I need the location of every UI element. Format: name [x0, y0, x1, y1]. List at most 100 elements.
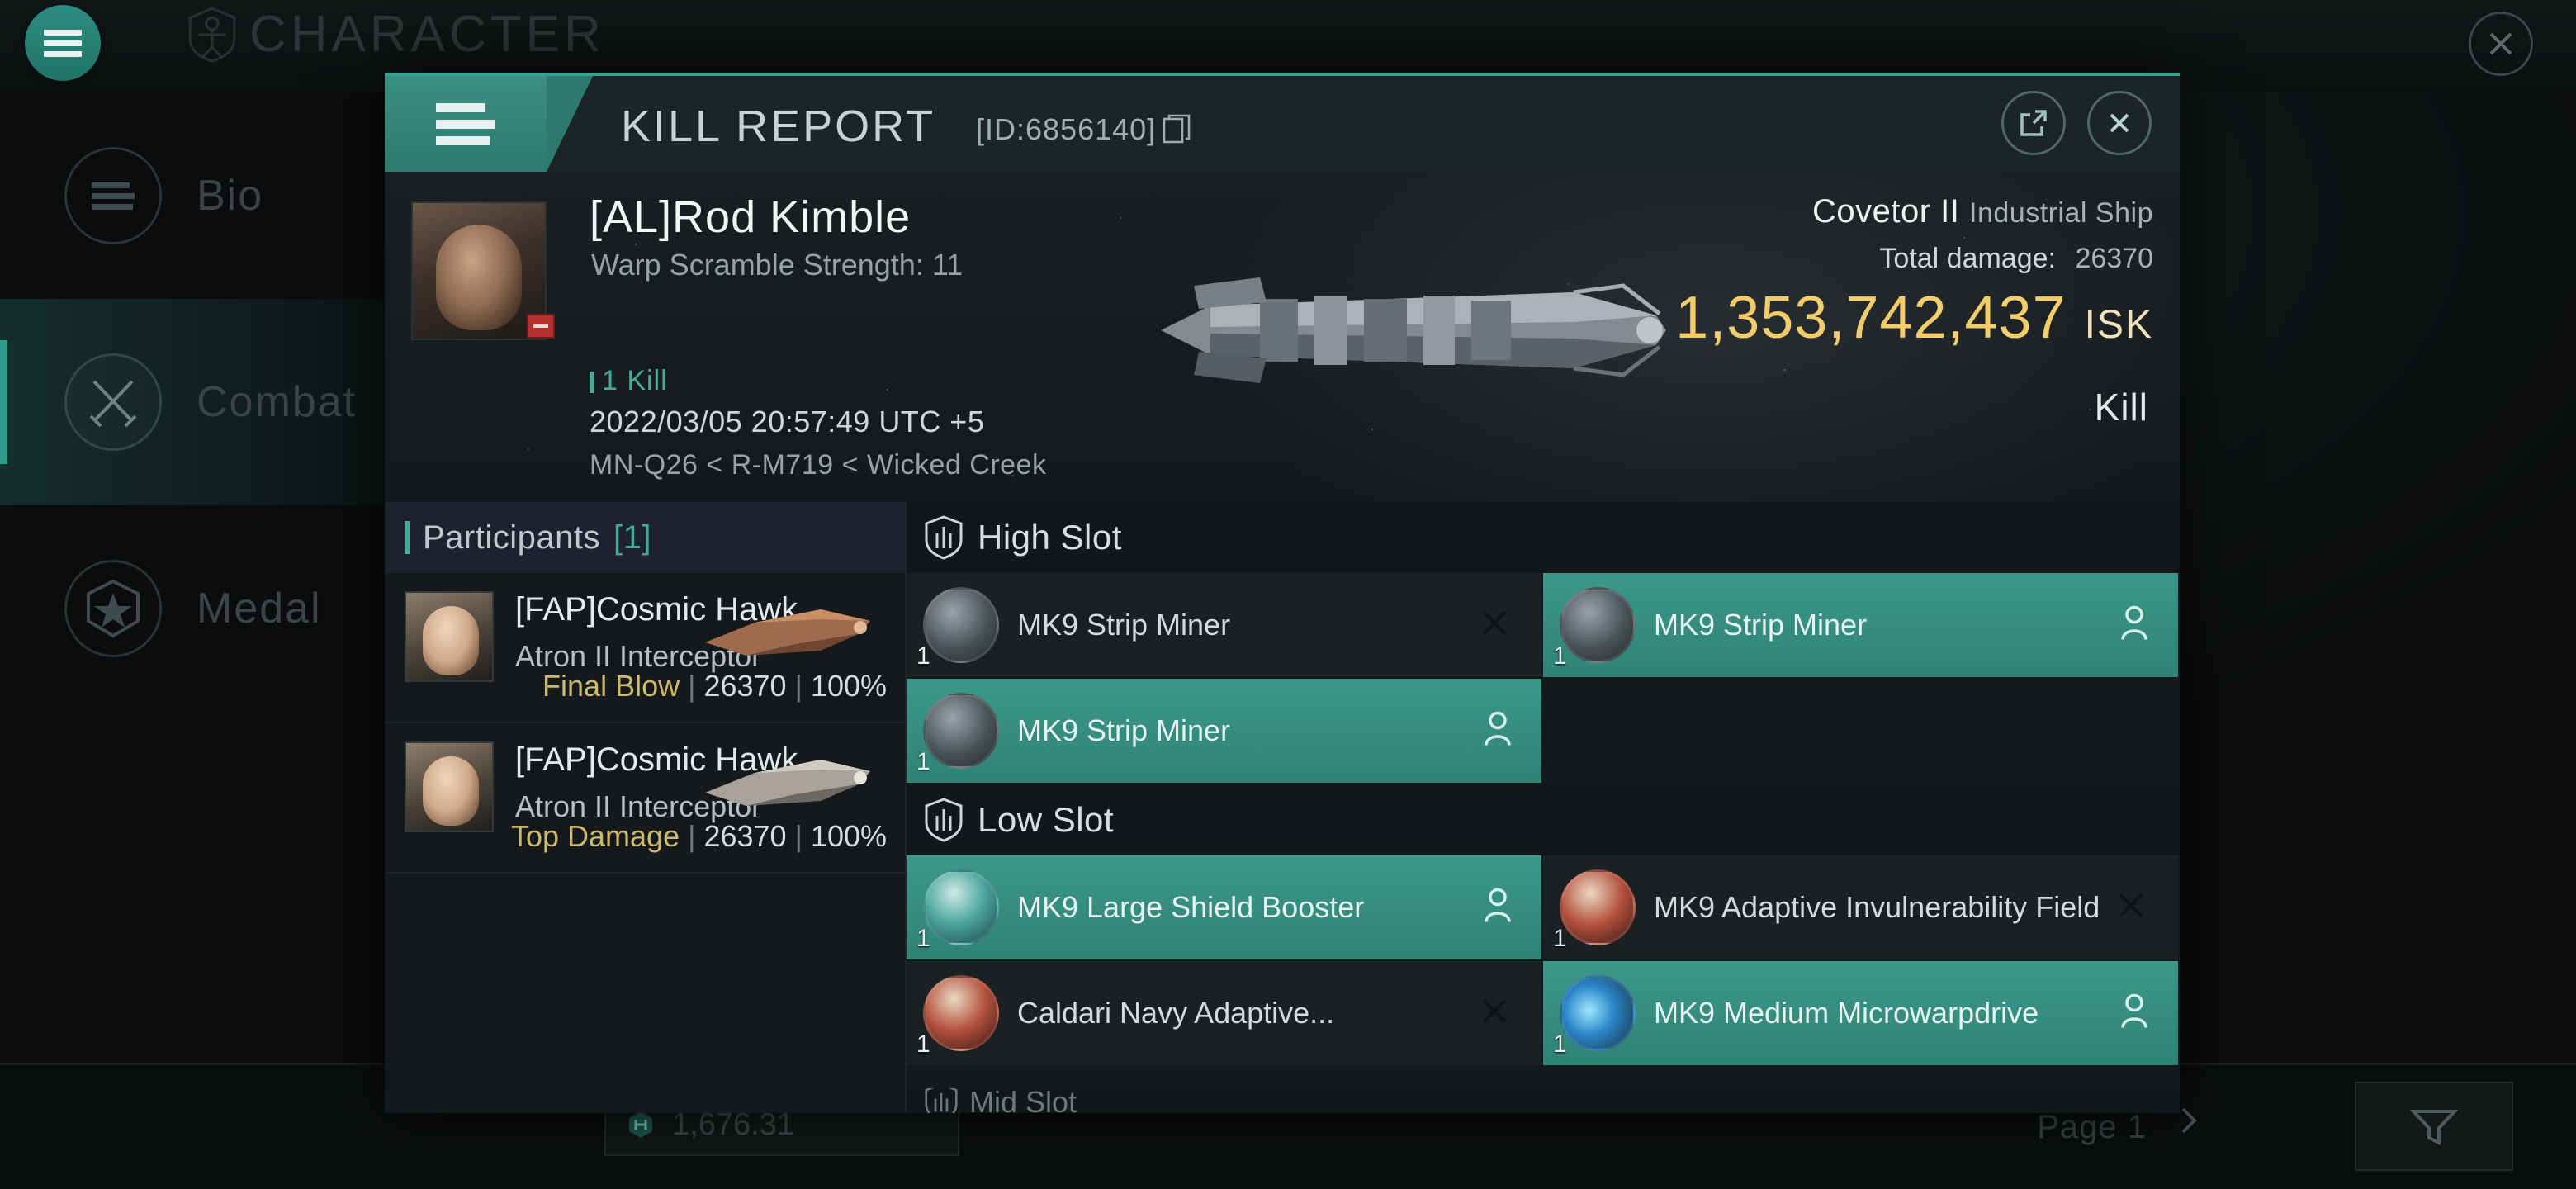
ship-name-text: Covetor II	[1812, 193, 1960, 230]
kill-report-modal: KILL REPORT [ID:6856140] [AL]Rod Kimble …	[385, 73, 2180, 1113]
fitting-slot-item[interactable]: 1 MK9 Strip Miner	[1543, 573, 2180, 679]
share-button[interactable]	[2001, 91, 2066, 155]
slot-state-destroyed	[2112, 887, 2150, 929]
shield-slot-icon	[925, 515, 963, 560]
participant-tag: Top Damage	[510, 819, 680, 853]
app-menu-button[interactable]	[25, 5, 101, 81]
avatar	[405, 741, 494, 832]
slot-quantity: 1	[916, 925, 930, 952]
high-slot-grid: 1 MK9 Strip Miner 1 MK9 Strip Miner 1 MK…	[907, 573, 2180, 784]
status-badge: Kill	[2094, 386, 2148, 429]
slot-item-name: MK9 Strip Miner	[1017, 713, 1231, 747]
person-icon	[2121, 605, 2147, 640]
slot-quantity: 1	[916, 642, 930, 670]
participant-damage: 26370	[703, 669, 787, 703]
ship-render	[1161, 277, 1666, 383]
app-title-text: CHARACTER	[249, 6, 605, 63]
list-icon	[64, 147, 162, 244]
section-header-low-slot: Low Slot	[907, 784, 2180, 855]
victim-warp-scramble: Warp Scramble Strength: 11	[591, 248, 964, 282]
modal-body: Participants [1] [FAP]Cosmic Hawk Atron …	[385, 502, 2180, 1113]
low-slot-grid: 1 MK9 Large Shield Booster 1 MK9 Adaptiv…	[907, 855, 2180, 1067]
fitting-slot-empty	[1543, 679, 2180, 784]
slot-state-destroyed	[1475, 992, 1513, 1035]
victim-standing-badge	[527, 314, 555, 339]
character-icon	[188, 6, 236, 63]
isk-unit: ISK	[2084, 303, 2153, 347]
x-icon	[2119, 893, 2143, 917]
slot-quantity: 1	[1553, 925, 1567, 952]
filter-icon	[2410, 1110, 2458, 1146]
slot-state-dropped	[2119, 605, 2150, 646]
slot-state-dropped	[1482, 711, 1513, 751]
slot-item-name: MK9 Adaptive Invulnerability Field	[1654, 889, 2100, 924]
close-icon	[2110, 113, 2129, 133]
invulnerability-field-icon	[1560, 869, 1636, 945]
slot-quantity: 1	[916, 1030, 930, 1058]
fitting-slot-item[interactable]: 1 Caldari Navy Adaptive...	[907, 961, 1543, 1067]
sidebar-item-label: Combat	[197, 378, 358, 426]
fitting-slot-item[interactable]: 1 MK9 Adaptive Invulnerability Field	[1543, 855, 2180, 961]
slot-state-dropped	[1482, 888, 1513, 928]
page-indicator: Page 1	[2037, 1109, 2147, 1145]
fitting-slot-item[interactable]: 1 MK9 Strip Miner	[907, 679, 1543, 784]
external-link-icon	[2020, 110, 2047, 136]
app-title-group: CHARACTER	[187, 5, 605, 64]
module-icon	[923, 587, 999, 663]
adaptive-field-icon	[923, 975, 999, 1051]
section-label: High Slot	[978, 518, 1122, 557]
participant-tag: Final Blow	[542, 669, 680, 703]
x-icon	[1482, 999, 1507, 1023]
ship-class-text: Industrial Ship	[1969, 197, 2153, 229]
participant-ship-icon	[705, 609, 870, 656]
slot-quantity: 1	[916, 748, 930, 775]
slot-item-name: MK9 Strip Miner	[1654, 607, 1868, 642]
modal-header: KILL REPORT [ID:6856140]	[385, 76, 2180, 172]
close-icon	[2489, 32, 2512, 55]
table-row[interactable]: [FAP]Cosmic Hawk Atron II Interceptor Fi…	[385, 573, 905, 723]
isk-value-row: 1,353,742,437 ISK	[1675, 284, 2153, 352]
total-damage-value: 26370	[2075, 243, 2153, 274]
kill-summary: [AL]Rod Kimble Warp Scramble Strength: 1…	[385, 172, 2180, 502]
module-icon	[1560, 587, 1636, 663]
fitting-slot-item[interactable]: 1 MK9 Strip Miner	[907, 573, 1543, 679]
total-damage-label: Total damage:	[1879, 243, 2056, 274]
slot-quantity: 1	[1553, 1030, 1567, 1058]
sidebar-item-label: Bio	[197, 172, 264, 220]
shield-booster-icon	[923, 869, 999, 945]
module-icon	[923, 693, 999, 769]
report-id-label: [ID:6856140]	[976, 112, 1157, 146]
person-icon	[1485, 711, 1511, 746]
modal-menu-button[interactable]	[385, 76, 593, 172]
participants-count: [1]	[613, 519, 651, 556]
slot-item-name: MK9 Strip Miner	[1017, 607, 1231, 642]
slot-item-name: MK9 Medium Microwarpdrive	[1654, 995, 2039, 1030]
slot-state-dropped	[2119, 993, 2150, 1034]
participant-percent: 100%	[810, 669, 887, 703]
sidebar-item-label: Medal	[197, 585, 322, 632]
x-icon	[1482, 611, 1507, 635]
kill-location: MN-Q26 < R-M719 < Wicked Creek	[590, 449, 1047, 481]
page-title: KILL REPORT	[621, 102, 936, 151]
report-id[interactable]: [ID:6856140]	[976, 112, 1191, 147]
table-row[interactable]: [FAP]Cosmic Hawk Atron II Interceptor To…	[385, 723, 905, 874]
modal-close-button[interactable]	[2087, 91, 2152, 155]
participant-percent: 100%	[810, 819, 887, 853]
modal-header-actions	[2001, 91, 2152, 155]
participant-stats: Final Blow | 26370 | 100%	[542, 669, 887, 703]
participants-pane: Participants [1] [FAP]Cosmic Hawk Atron …	[385, 502, 907, 1113]
shield-slot-icon	[925, 1088, 958, 1113]
shield-slot-icon	[925, 798, 963, 842]
fitting-slot-item[interactable]: 1 MK9 Large Shield Booster	[907, 855, 1543, 961]
avatar	[436, 225, 522, 330]
app-close-button[interactable]	[2469, 12, 2533, 76]
participants-header: Participants [1]	[385, 502, 905, 573]
slot-quantity: 1	[1553, 642, 1567, 670]
ship-name: Covetor II Industrial Ship	[1812, 193, 2153, 230]
filter-button[interactable]	[2355, 1082, 2513, 1171]
accent-bar	[405, 521, 410, 554]
fitting-slot-item[interactable]: 1 MK9 Medium Microwarpdrive	[1543, 961, 2180, 1067]
hamburger-icon	[436, 96, 495, 153]
participant-ship-icon	[705, 760, 870, 806]
person-icon	[1485, 888, 1511, 922]
